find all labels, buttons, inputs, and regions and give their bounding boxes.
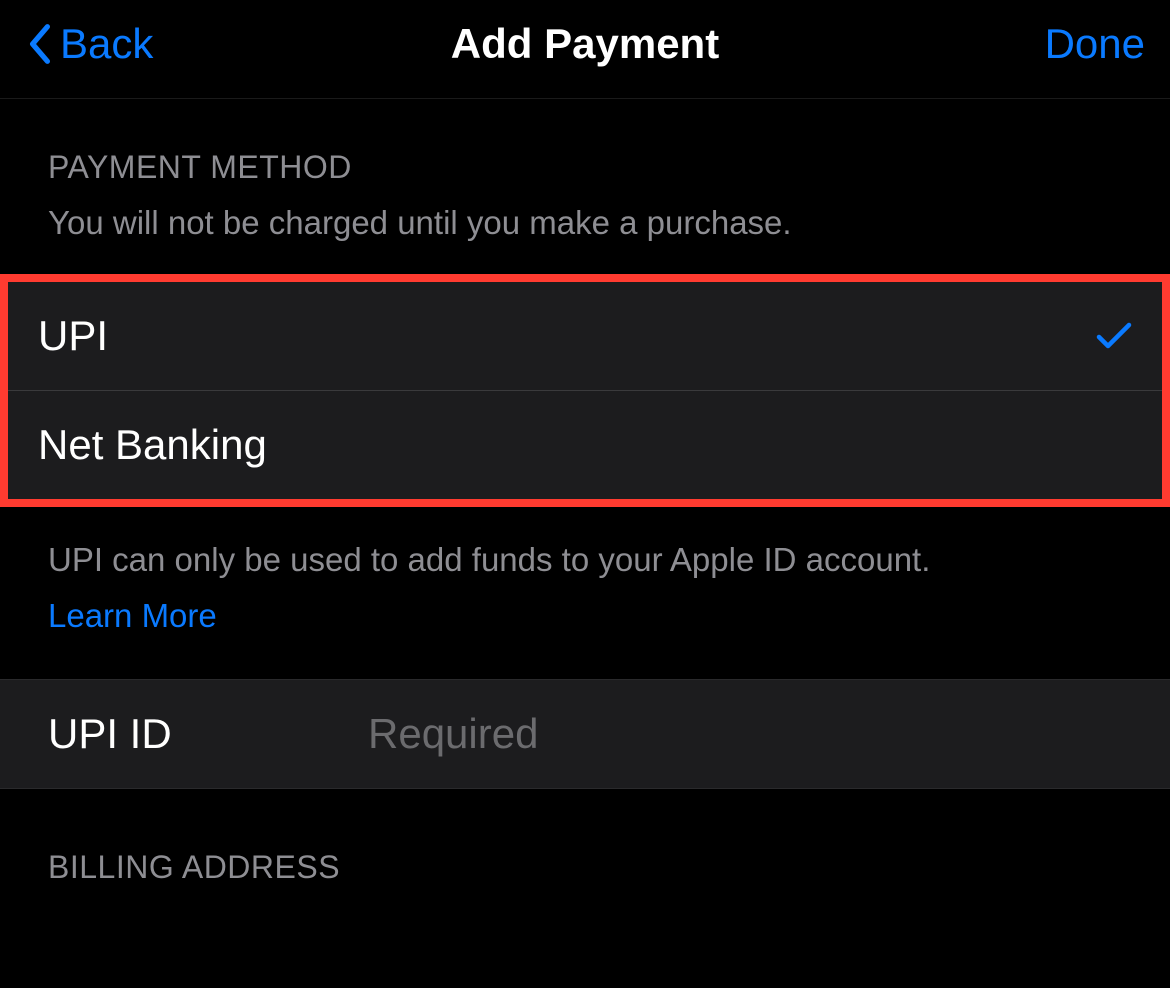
- upi-id-label: UPI ID: [48, 710, 368, 758]
- payment-method-label: PAYMENT METHOD: [48, 149, 1122, 186]
- payment-method-footer: UPI can only be used to add funds to you…: [0, 507, 1170, 649]
- billing-address-label: BILLING ADDRESS: [48, 849, 1122, 886]
- upi-id-input[interactable]: [368, 710, 1122, 758]
- payment-method-section-header: PAYMENT METHOD You will not be charged u…: [0, 99, 1170, 254]
- billing-address-section-header: BILLING ADDRESS: [0, 789, 1170, 896]
- nav-bar: Back Add Payment Done: [0, 0, 1170, 99]
- payment-method-group: UPI Net Banking: [0, 274, 1170, 507]
- payment-option-net-banking[interactable]: Net Banking: [8, 391, 1162, 499]
- back-label: Back: [60, 20, 153, 68]
- payment-option-label: Net Banking: [38, 421, 267, 469]
- footer-text-content: UPI can only be used to add funds to you…: [48, 541, 930, 578]
- checkmark-icon: [1096, 321, 1132, 351]
- payment-option-upi[interactable]: UPI: [8, 282, 1162, 390]
- payment-option-label: UPI: [38, 312, 108, 360]
- upi-id-row[interactable]: UPI ID: [0, 679, 1170, 789]
- learn-more-link[interactable]: Learn More: [48, 593, 1122, 639]
- chevron-left-icon: [25, 23, 55, 65]
- back-button[interactable]: Back: [25, 20, 153, 68]
- page-title: Add Payment: [451, 20, 719, 68]
- payment-method-subtext: You will not be charged until you make a…: [48, 204, 1122, 242]
- done-button[interactable]: Done: [1045, 20, 1145, 68]
